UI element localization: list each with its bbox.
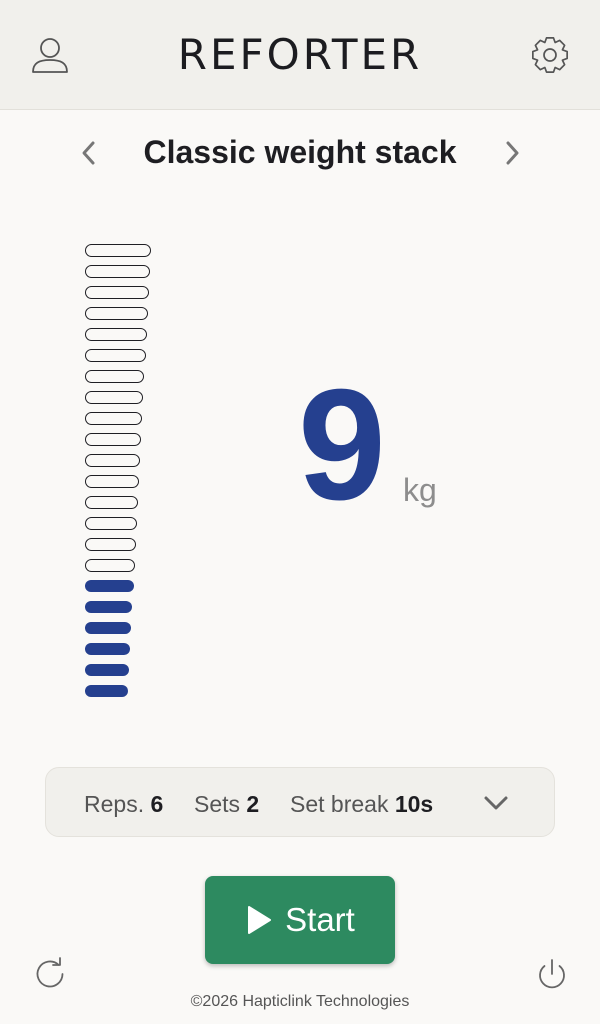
footer-copyright: ©2026 Hapticlink Technologies bbox=[190, 993, 410, 1010]
plate[interactable] bbox=[85, 433, 142, 446]
set-break-label: Set break bbox=[290, 791, 389, 817]
plate[interactable] bbox=[85, 496, 138, 509]
reps-value: 6 bbox=[150, 791, 164, 817]
mode-selector: Classic weight stack bbox=[0, 122, 600, 184]
settings-button[interactable] bbox=[526, 31, 574, 79]
sets-stat: Sets 2 bbox=[194, 790, 259, 818]
chevron-left-icon bbox=[79, 139, 99, 167]
plate[interactable] bbox=[85, 559, 135, 572]
next-mode-button[interactable] bbox=[495, 134, 529, 172]
previous-mode-button[interactable] bbox=[72, 134, 106, 172]
plate[interactable] bbox=[85, 265, 150, 278]
plate-selected[interactable] bbox=[85, 601, 133, 613]
play-icon bbox=[245, 904, 273, 936]
sets-value: 2 bbox=[246, 791, 260, 817]
chevron-down-icon bbox=[482, 793, 510, 813]
plate[interactable] bbox=[85, 349, 146, 362]
plate-selected[interactable] bbox=[85, 622, 132, 634]
reps-stat: Reps. 6 bbox=[84, 790, 163, 818]
weight-stack[interactable] bbox=[84, 244, 164, 704]
sets-label: Sets bbox=[194, 791, 241, 817]
plate[interactable] bbox=[85, 391, 144, 404]
set-break-value: 10s bbox=[394, 791, 434, 817]
power-icon bbox=[532, 954, 572, 994]
plate-selected[interactable] bbox=[85, 664, 130, 676]
set-break-stat: Set break 10s bbox=[290, 790, 433, 818]
plate[interactable] bbox=[85, 286, 149, 299]
plate[interactable] bbox=[85, 538, 136, 551]
refresh-button[interactable] bbox=[28, 952, 72, 996]
start-button[interactable]: Start bbox=[205, 876, 395, 964]
reps-label: Reps. bbox=[84, 791, 145, 817]
expand-settings-button[interactable] bbox=[478, 786, 514, 820]
plate[interactable] bbox=[85, 307, 148, 320]
weight-display: 9 kg bbox=[292, 357, 492, 533]
plate[interactable] bbox=[85, 412, 143, 425]
plate[interactable] bbox=[85, 475, 139, 488]
app-header: REFORTER bbox=[0, 0, 600, 110]
plate-selected[interactable] bbox=[85, 580, 134, 592]
chevron-right-icon bbox=[502, 139, 522, 167]
plate[interactable] bbox=[85, 454, 140, 467]
start-label: Start bbox=[285, 901, 355, 938]
plate[interactable] bbox=[85, 328, 147, 341]
app-title: REFORTER bbox=[177, 30, 423, 79]
plate[interactable] bbox=[85, 517, 137, 530]
weight-value: 9 bbox=[298, 357, 386, 533]
plate[interactable] bbox=[85, 370, 145, 383]
mode-title: Classic weight stack bbox=[143, 134, 457, 170]
workout-settings-bar[interactable]: Reps. 6 Sets 2 Set break 10s bbox=[45, 767, 555, 837]
plate-selected[interactable] bbox=[85, 643, 131, 655]
gear-icon bbox=[530, 35, 570, 75]
weight-unit: kg bbox=[403, 472, 437, 508]
plate-selected[interactable] bbox=[85, 685, 128, 697]
plate[interactable] bbox=[85, 244, 151, 257]
power-button[interactable] bbox=[530, 952, 574, 996]
refresh-icon bbox=[30, 954, 70, 994]
